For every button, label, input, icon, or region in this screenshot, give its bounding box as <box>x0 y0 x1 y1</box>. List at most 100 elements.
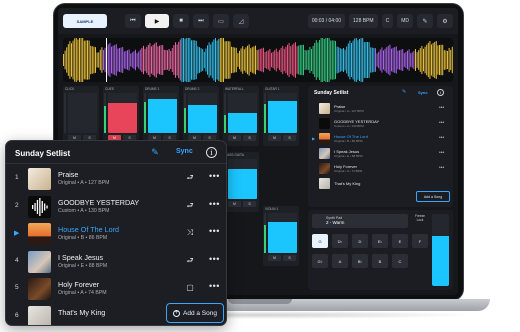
next-icon[interactable]: ⏭ <box>193 14 209 28</box>
mute-button[interactable]: M <box>228 135 241 141</box>
transport-bar: SAMPLE ⏮ ▶ ■ ⏭ ▭ ◿ 00:03 / 04:00 128 BPM… <box>58 8 458 34</box>
more-icon[interactable]: ••• <box>439 165 449 171</box>
solo-button[interactable]: S <box>243 135 256 141</box>
sync-button[interactable]: Sync <box>176 148 193 155</box>
key-button[interactable]: C <box>392 254 408 268</box>
setlist-panel: Sunday Setlist ✎ Sync i 1 Praise Original … <box>5 140 227 326</box>
album-art <box>28 278 51 300</box>
channel-meter <box>144 93 146 133</box>
info-icon[interactable]: i <box>437 89 444 96</box>
screen-sync-button[interactable]: Sync <box>418 90 428 95</box>
key-display[interactable]: C <box>381 14 394 28</box>
previous-icon[interactable]: ⏮ <box>125 14 141 28</box>
key-button[interactable]: A <box>332 254 348 268</box>
more-icon[interactable]: ••• <box>209 226 220 236</box>
setlist-row[interactable]: 4 I Speak Jesus Original • E • 88 BPM ⮐ ••• <box>6 249 226 275</box>
square-icon[interactable]: ▢ <box>184 282 196 294</box>
channel-meter <box>224 93 226 133</box>
solo-button[interactable]: S <box>243 201 256 207</box>
channel-fader[interactable] <box>188 93 217 133</box>
channel-fader[interactable] <box>228 93 257 133</box>
song-title: That's My King <box>334 180 361 186</box>
play-button[interactable]: ▶ <box>145 14 169 28</box>
song-meta: Original • B • 86 BPM <box>58 235 108 241</box>
more-icon[interactable]: ••• <box>209 281 220 291</box>
more-icon[interactable]: ••• <box>439 120 449 126</box>
song-title: Holy Forever Original • A • 74 BPM <box>334 163 363 173</box>
key-button[interactable]: B♭ <box>352 254 368 268</box>
pencil-icon[interactable]: ✎ <box>417 14 433 28</box>
channel-meter <box>64 93 66 133</box>
setlist-row[interactable]: 1 Praise Original • A • 127 BPM ⮐ ••• <box>6 166 226 192</box>
key-button[interactable]: B <box>372 254 388 268</box>
bpm-display[interactable]: 128 BPM <box>349 14 378 28</box>
freeze-lock-toggle[interactable]: Freeze Lock <box>412 214 428 228</box>
channel-name: WATERFALL <box>225 87 244 91</box>
info-icon[interactable]: i <box>206 147 217 158</box>
channel-fader[interactable] <box>268 213 297 253</box>
more-icon[interactable]: ••• <box>209 199 220 209</box>
song-selector[interactable]: SAMPLE <box>63 14 107 28</box>
mute-button[interactable]: M <box>268 135 281 141</box>
key-button[interactable]: G♭ <box>312 254 328 268</box>
shuffle-icon[interactable]: ⤨ <box>184 227 196 239</box>
solo-button[interactable]: S <box>283 255 296 261</box>
channel-fader[interactable] <box>228 159 257 199</box>
setlist-row[interactable]: ▶ House Of The Lord Original • B • 86 BPM ⤨… <box>6 221 226 247</box>
key-button[interactable]: E <box>392 234 408 248</box>
song-title: Holy Forever <box>58 280 100 289</box>
pencil-icon[interactable]: ✎ <box>402 89 406 95</box>
pencil-icon[interactable]: ✎ <box>149 146 161 158</box>
more-icon[interactable]: ••• <box>209 254 220 264</box>
album-art <box>319 147 330 159</box>
more-icon[interactable]: ••• <box>439 150 449 156</box>
waveform-graphic <box>63 38 453 82</box>
gear-icon[interactable]: ⚙ <box>437 14 453 28</box>
key-button[interactable]: F <box>412 234 428 248</box>
screen-add-song-button[interactable]: Add a Song <box>416 191 450 202</box>
channel-name: CLICK <box>65 87 75 91</box>
screen-setlist-row[interactable]: I Speak Jesus Original • E • 88 BPM ••• <box>312 145 449 161</box>
display-icon[interactable]: ▭ <box>213 14 229 28</box>
setlist-row[interactable]: 2 GOODBYE YESTERDAY Custom • A • 130 BPM ⮐ •… <box>6 194 226 220</box>
channel-fader[interactable] <box>268 93 297 133</box>
solo-button[interactable]: S <box>283 135 296 141</box>
add-song-button[interactable]: + Add a Song <box>166 303 224 323</box>
more-icon[interactable]: ••• <box>209 171 220 181</box>
waveform-display[interactable] <box>63 38 453 82</box>
pad-volume[interactable] <box>432 214 449 286</box>
return-arrow-icon[interactable]: ⮐ <box>184 200 196 212</box>
screen-setlist-row[interactable]: ▶ House Of The Lord Original • B • 86 BPM •… <box>312 130 449 146</box>
screen-setlist-row[interactable]: Holy Forever Original • A • 74 BPM ••• <box>312 160 449 176</box>
screen-setlist-row[interactable]: GOODBYE YESTERDAY Custom • A • 130 BPM ••• <box>312 115 449 131</box>
return-arrow-icon[interactable]: ⮐ <box>184 255 196 267</box>
key-button[interactable]: G <box>312 234 328 248</box>
return-arrow-icon[interactable]: ⮐ <box>184 172 196 184</box>
channel-fader[interactable] <box>148 93 177 133</box>
key-button[interactable]: D♭ <box>332 234 348 248</box>
mute-button[interactable]: M <box>228 201 241 207</box>
stop-button[interactable]: ■ <box>173 14 189 28</box>
channel-name: GUITAR 1 <box>265 87 280 91</box>
screen-setlist-row[interactable]: Praise Original • A • 127 BPM ••• <box>312 100 449 116</box>
song-title: GOODBYE YESTERDAY <box>58 197 140 207</box>
more-icon[interactable]: ••• <box>439 135 449 141</box>
key-button[interactable]: D <box>352 234 368 248</box>
screen-setlist-row[interactable]: That's My King <box>312 175 449 191</box>
song-index: 5 <box>15 284 19 291</box>
channel-name: CUES <box>105 87 114 91</box>
key-button[interactable]: E♭ <box>372 234 388 248</box>
pad-preset[interactable]: Synth Pad 2 - Warm <box>312 214 408 228</box>
channel-meter <box>104 93 106 133</box>
mixer-channel: CUES M S <box>103 86 139 146</box>
channel-fader[interactable] <box>108 93 137 133</box>
channel-meter <box>264 93 266 133</box>
song-title: Praise Original • A • 127 BPM <box>334 103 364 113</box>
album-art <box>319 117 330 129</box>
channel-fader[interactable] <box>68 93 97 133</box>
ramp-icon[interactable]: ◿ <box>233 14 249 28</box>
mute-button[interactable]: M <box>268 255 281 261</box>
more-icon[interactable]: ••• <box>439 105 449 111</box>
setlist-row[interactable]: 5 Holy Forever Original • A • 74 BPM ▢ ••• <box>6 276 226 302</box>
tracks-badge[interactable]: MD <box>397 14 413 28</box>
